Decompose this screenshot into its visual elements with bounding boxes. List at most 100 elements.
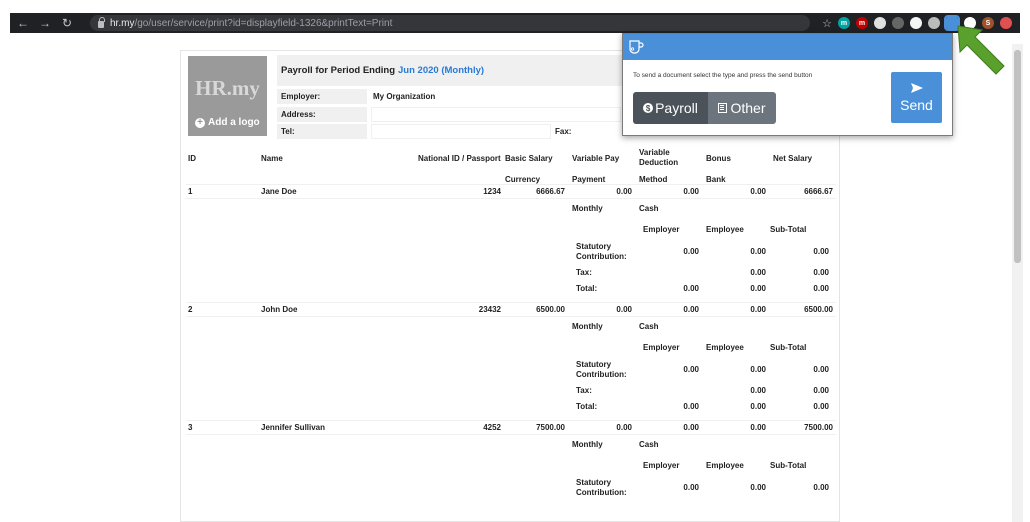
- employee-net-salary: 6500.00: [804, 305, 833, 314]
- employee-bonus: 0.00: [750, 187, 766, 196]
- bookmark-star-icon[interactable]: ☆: [822, 17, 832, 30]
- address-value: [371, 107, 621, 122]
- report-title-prefix: Payroll for Period Ending: [281, 65, 396, 76]
- employer-label: Employer:: [277, 89, 367, 104]
- add-logo-button[interactable]: + Add a logo: [195, 117, 260, 128]
- total-employee-value: 0.00: [750, 284, 766, 293]
- employee-payment-frequency: Monthly: [572, 322, 603, 331]
- total-employer-value: 0.00: [683, 284, 699, 293]
- total-subtotal-value: 0.00: [813, 284, 829, 293]
- employee-national-id: 4252: [483, 423, 501, 432]
- add-logo-label: Add a logo: [208, 117, 260, 128]
- breakdown-employee-header: Employee: [706, 225, 744, 234]
- statutory-employee-value: 0.00: [750, 365, 766, 374]
- address-bar[interactable]: hr.my/go/user/service/print?id=displayfi…: [90, 15, 810, 31]
- employee-payment-frequency: Monthly: [572, 440, 603, 449]
- company-logo: HR.my + Add a logo: [188, 56, 267, 136]
- payroll-type-button[interactable]: $ Payroll: [633, 92, 708, 124]
- fax-label: Fax:: [555, 127, 572, 136]
- send-label: Send: [900, 97, 933, 113]
- employee-basic-salary: 7500.00: [536, 423, 565, 432]
- url-path: /go/user/service/print?id=displayfield-1…: [134, 17, 393, 29]
- employee-id: 1: [188, 187, 193, 196]
- send-arrow-icon: [910, 83, 923, 93]
- col-net-salary: Net Salary: [773, 154, 813, 163]
- employee-payment-method: Cash: [639, 204, 659, 213]
- breakdown-employee-header: Employee: [706, 343, 744, 352]
- employee-national-id: 23432: [478, 305, 501, 314]
- statutory-employer-value: 0.00: [683, 247, 699, 256]
- tax-employee-value: 0.00: [750, 268, 766, 277]
- forward-icon[interactable]: →: [36, 14, 54, 32]
- employee-bonus: 0.00: [750, 305, 766, 314]
- employee-variable-deduction: 0.00: [683, 187, 699, 196]
- scrollbar-thumb[interactable]: [1014, 50, 1021, 263]
- tel-value: [371, 124, 551, 139]
- employee-variable-pay: 0.00: [616, 187, 632, 196]
- employee-payment-frequency: Monthly: [572, 204, 603, 213]
- statutory-contribution-label: Statutory Contribution:: [576, 478, 627, 497]
- breakdown-subtotal-header: Sub-Total: [770, 343, 807, 352]
- page-scrollbar[interactable]: [1012, 44, 1023, 522]
- url-host: hr.my: [110, 17, 135, 29]
- employer-value: My Organization: [373, 92, 436, 101]
- col-variable-pay: Variable Pay: [572, 154, 620, 163]
- total-label: Total:: [576, 402, 598, 411]
- statutory-contribution-label: Statutory Contribution:: [576, 242, 627, 261]
- statutory-employer-value: 0.00: [683, 483, 699, 492]
- total-employee-value: 0.00: [750, 402, 766, 411]
- tax-employee-value: 0.00: [750, 386, 766, 395]
- report-title: Payroll for Period Ending Jun 2020 (Mont…: [277, 55, 627, 86]
- employee-payment-method: Cash: [639, 322, 659, 331]
- logo-text: HR.my: [195, 76, 260, 100]
- m-ext-2-icon[interactable]: m: [856, 17, 868, 29]
- send-document-popup: To send a document select the type and p…: [622, 33, 953, 136]
- breakdown-subtotal-header: Sub-Total: [770, 461, 807, 470]
- statutory-employee-value: 0.00: [750, 483, 766, 492]
- employee-name: John Doe: [261, 305, 298, 314]
- payroll-type-label: Payroll: [655, 100, 698, 116]
- employee-id: 2: [188, 305, 193, 314]
- statutory-contribution-label: Statutory Contribution:: [576, 360, 627, 379]
- cup-icon: [629, 40, 644, 54]
- employee-net-salary: 6666.67: [804, 187, 833, 196]
- breakdown-employer-header: Employer: [643, 225, 680, 234]
- tax-subtotal-value: 0.00: [813, 268, 829, 277]
- lock-icon: [98, 16, 105, 28]
- statutory-subtotal-value: 0.00: [813, 365, 829, 374]
- tax-subtotal-value: 0.00: [813, 386, 829, 395]
- drive-ext-icon[interactable]: [928, 17, 940, 29]
- document-type-selector: $ Payroll Other: [633, 92, 776, 124]
- employee-id: 3: [188, 423, 193, 432]
- send-button[interactable]: Send: [891, 72, 942, 123]
- total-label: Total:: [576, 284, 598, 293]
- back-icon[interactable]: ←: [14, 14, 32, 32]
- col-variable-deduction: Variable Deduction: [639, 148, 679, 167]
- col-national-id: National ID / Passport: [418, 154, 501, 163]
- other-type-label: Other: [730, 100, 766, 116]
- statutory-subtotal-value: 0.00: [813, 247, 829, 256]
- shield-ext-icon[interactable]: [910, 17, 922, 29]
- reload-icon[interactable]: ↻: [58, 14, 76, 32]
- tax-label: Tax:: [576, 268, 592, 277]
- address-label: Address:: [277, 107, 367, 122]
- employee-national-id: 1234: [483, 187, 501, 196]
- plus-circle-icon: +: [195, 117, 205, 128]
- gear-ext-icon[interactable]: [892, 17, 904, 29]
- employee-variable-pay: 0.00: [616, 305, 632, 314]
- statutory-employer-value: 0.00: [683, 365, 699, 374]
- employee-net-salary: 7500.00: [804, 423, 833, 432]
- circle-ext-icon[interactable]: [874, 17, 886, 29]
- employee-name: Jane Doe: [261, 187, 297, 196]
- dollar-icon: $: [643, 103, 654, 113]
- breakdown-employer-header: Employer: [643, 461, 680, 470]
- other-type-button[interactable]: Other: [708, 92, 776, 124]
- tax-label: Tax:: [576, 386, 592, 395]
- m-ext-1-icon[interactable]: m: [838, 17, 850, 29]
- employee-variable-deduction: 0.00: [683, 423, 699, 432]
- tel-label: Tel:: [277, 124, 367, 139]
- browser-toolbar: ← → ↻ hr.my/go/user/service/print?id=dis…: [10, 13, 1020, 33]
- employee-payment-method: Cash: [639, 440, 659, 449]
- breakdown-employee-header: Employee: [706, 461, 744, 470]
- statutory-employee-value: 0.00: [750, 247, 766, 256]
